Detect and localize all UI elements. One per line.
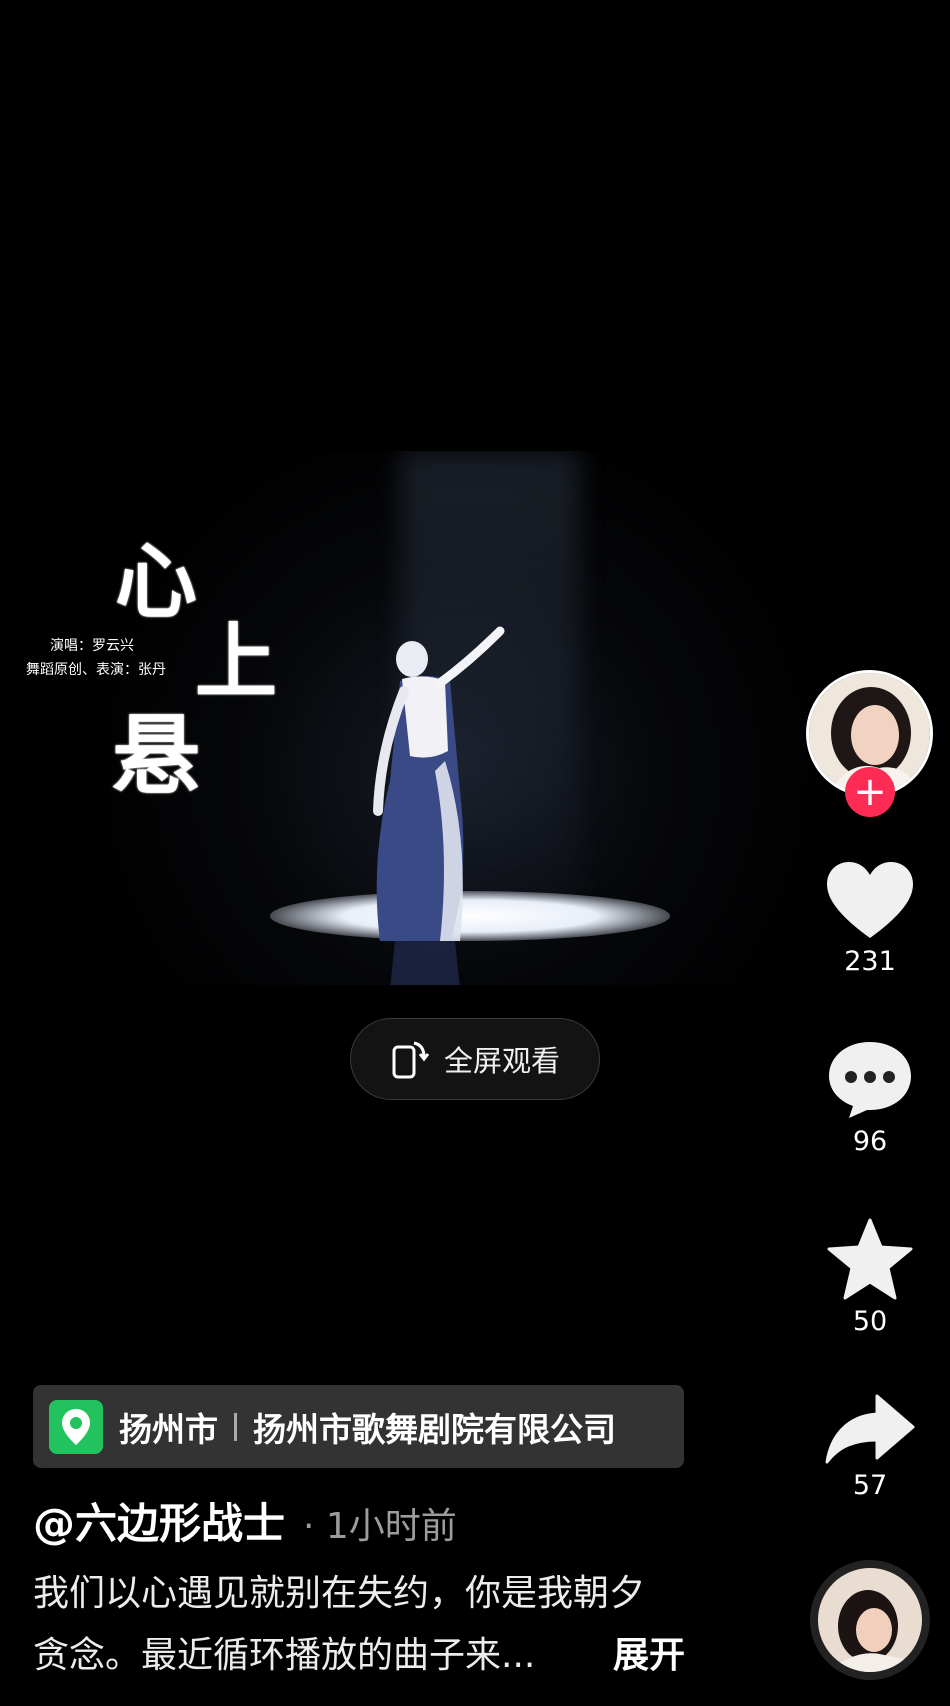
location-city: 扬州市 bbox=[119, 1409, 218, 1449]
like-count: 231 bbox=[844, 946, 896, 977]
music-disc-avatar[interactable] bbox=[810, 1560, 930, 1680]
heart-icon bbox=[827, 862, 913, 938]
caption-line-1: 我们以心遇见就别在失约，你是我朝夕 bbox=[33, 1573, 646, 1614]
share-action[interactable]: 57 bbox=[800, 1394, 940, 1501]
location-place: 扬州市歌舞剧院有限公司 bbox=[253, 1409, 616, 1449]
expand-caption-button[interactable]: 展开 bbox=[613, 1625, 685, 1687]
location-pin-icon bbox=[49, 1399, 103, 1454]
video-credit-dance: 舞蹈原创、表演：张丹 bbox=[26, 662, 166, 678]
comment-action[interactable]: 96 bbox=[800, 1040, 940, 1157]
author-name[interactable]: @六边形战士 bbox=[33, 1490, 285, 1551]
fullscreen-label: 全屏观看 bbox=[443, 1044, 560, 1078]
music-disc-image bbox=[818, 1568, 922, 1672]
follow-button[interactable]: + bbox=[845, 767, 895, 817]
dancer-figure bbox=[373, 626, 505, 985]
like-action[interactable]: 231 bbox=[800, 862, 940, 977]
video-title-char-2: 上 bbox=[195, 614, 278, 710]
post-time: · 1小时前 bbox=[303, 1506, 457, 1547]
share-icon bbox=[825, 1394, 915, 1464]
star-icon bbox=[827, 1218, 913, 1300]
location-tag[interactable]: 扬州市 扬州市歌舞剧院有限公司 bbox=[33, 1385, 684, 1468]
rotate-phone-icon bbox=[392, 1041, 430, 1079]
comment-icon bbox=[829, 1042, 911, 1118]
fullscreen-button[interactable]: 全屏观看 bbox=[350, 1018, 600, 1100]
share-count: 57 bbox=[852, 1470, 888, 1501]
video-title-char-1: 心 bbox=[115, 534, 198, 630]
author-row: @六边形战士 · 1小时前 bbox=[33, 1490, 457, 1551]
location-divider bbox=[234, 1412, 237, 1441]
comment-count: 96 bbox=[852, 1126, 888, 1157]
favorite-count: 50 bbox=[852, 1306, 888, 1337]
video-title-char-3: 悬 bbox=[112, 703, 201, 807]
follow-plus-label: + bbox=[853, 769, 887, 815]
video-credit-singer: 演唱：罗云兴 bbox=[50, 638, 134, 654]
favorite-action[interactable]: 50 bbox=[800, 1218, 940, 1337]
